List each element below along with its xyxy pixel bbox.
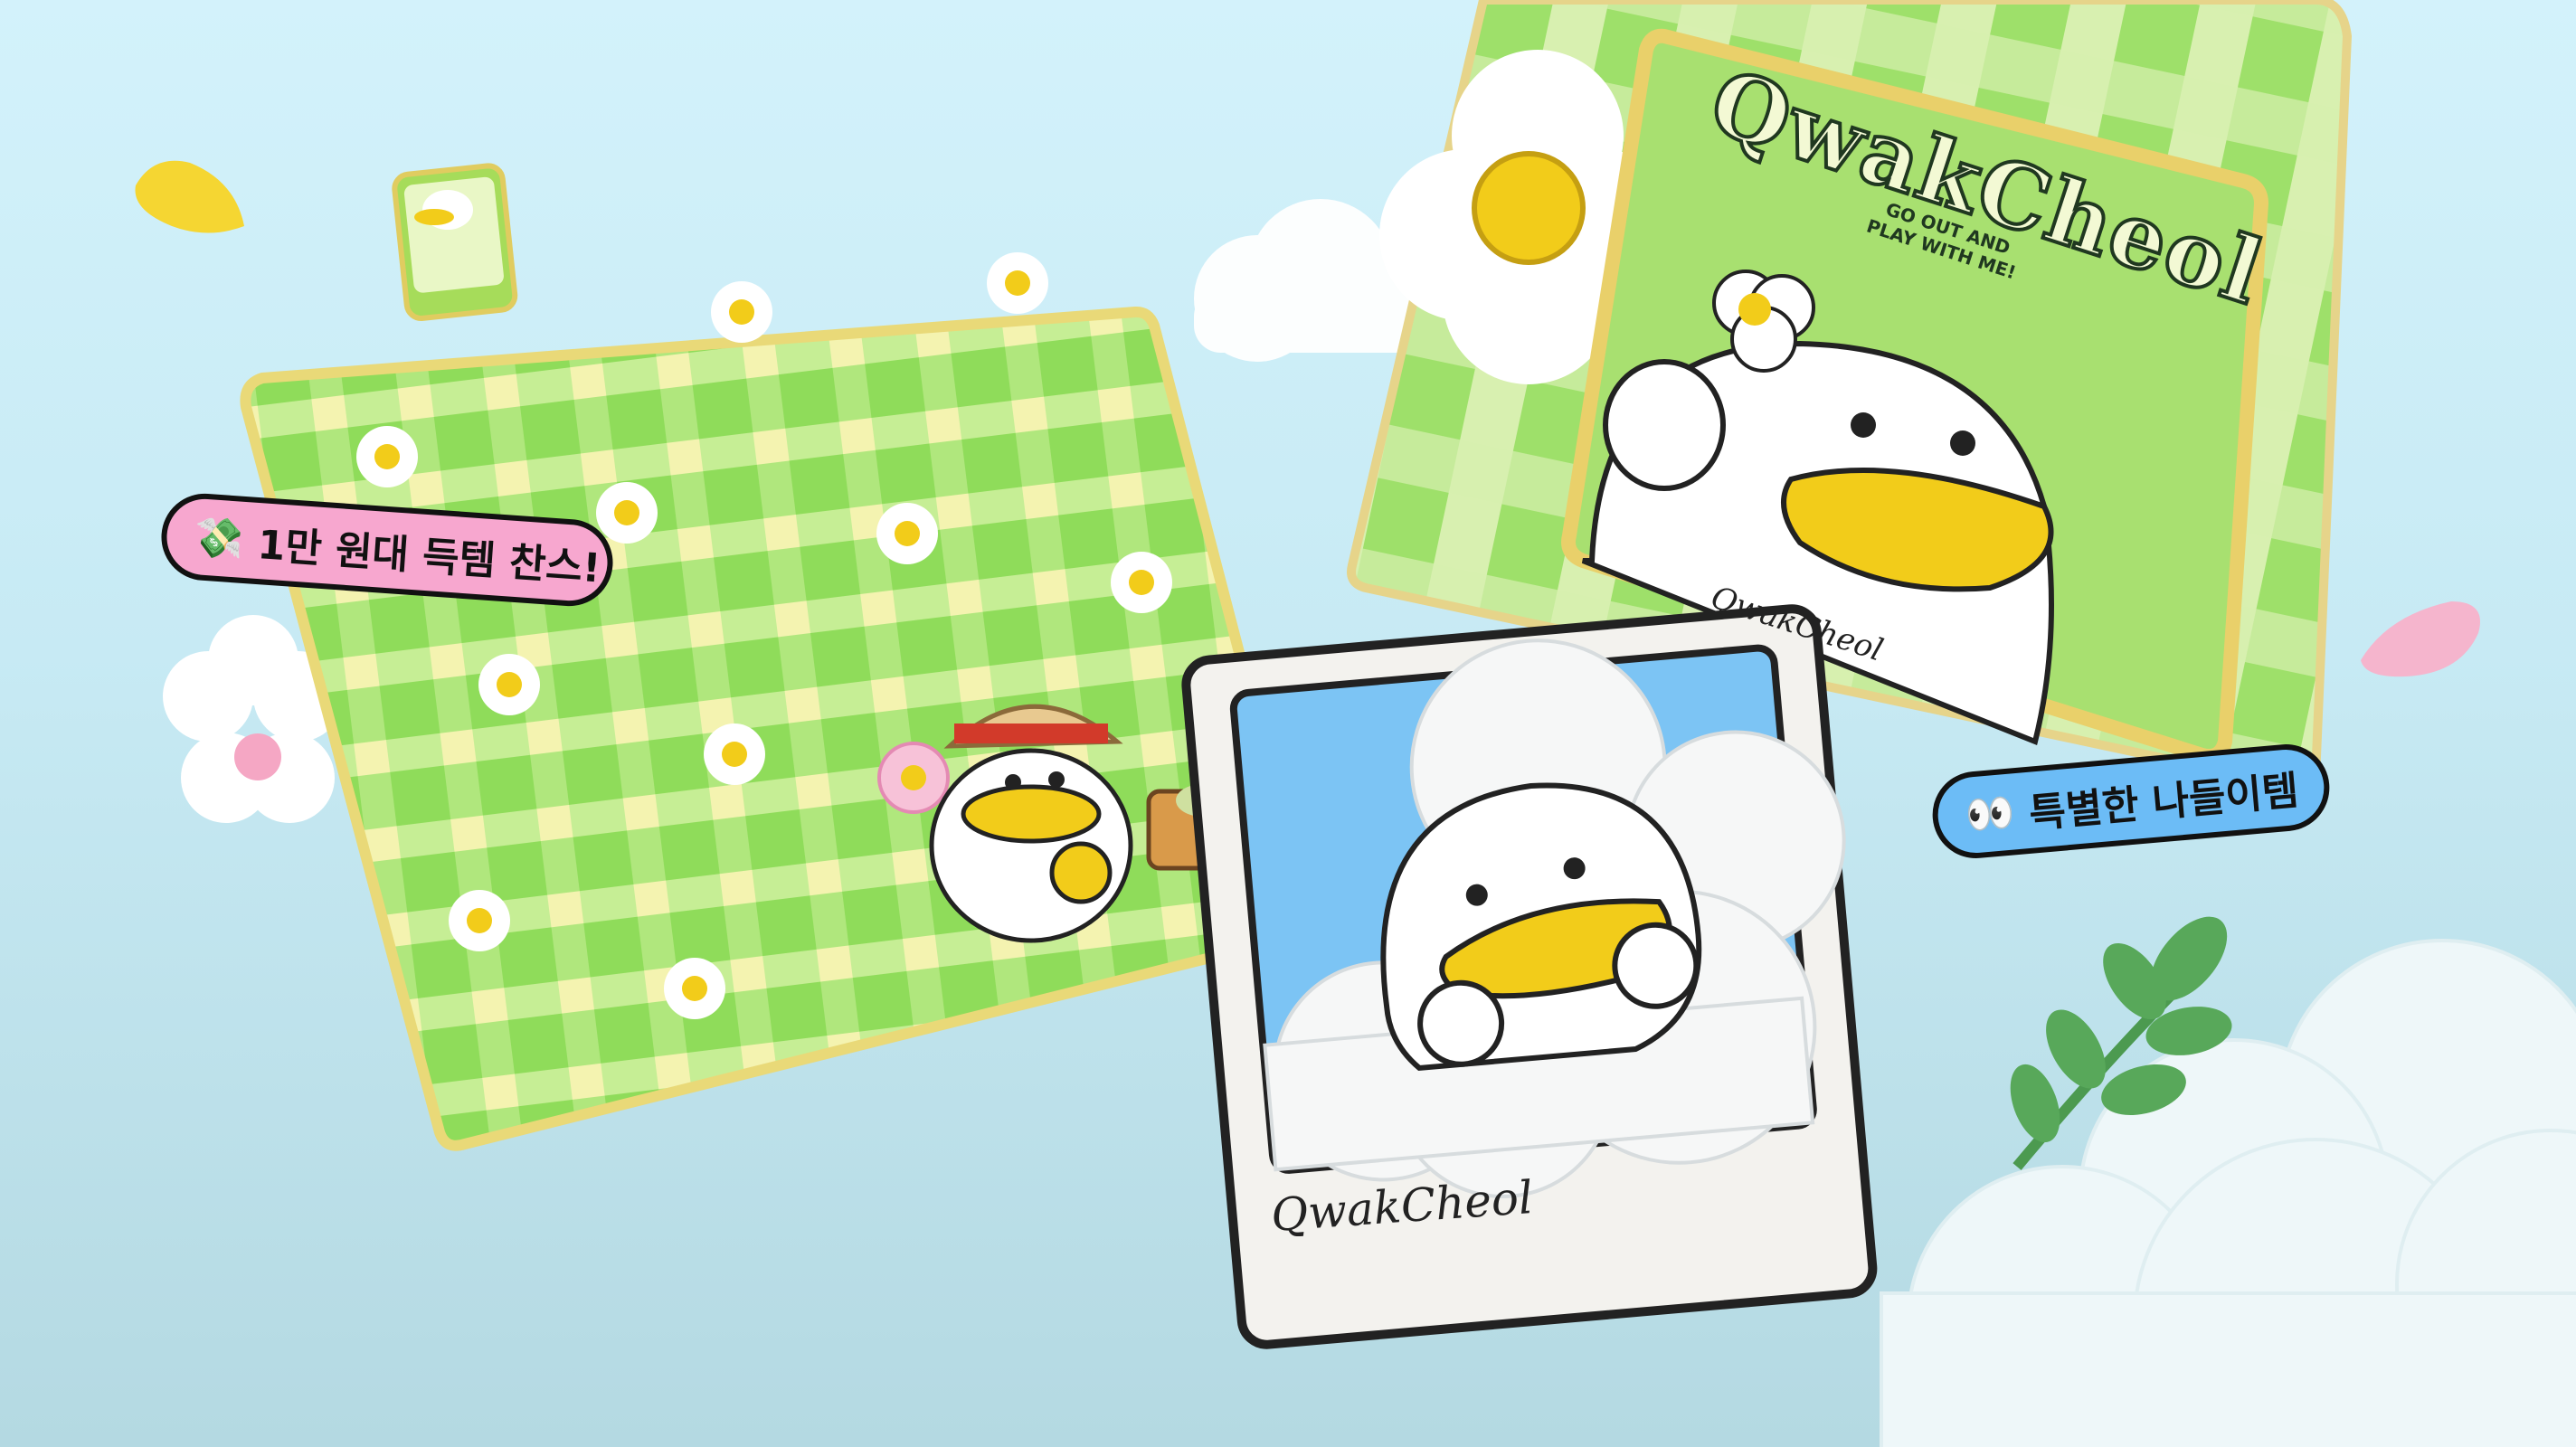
deal-badge-text: 1만 원대 득템 찬스! (256, 522, 602, 592)
money-emoji-icon: 💸 (192, 514, 245, 563)
special-badge-text: 특별한 나들이템 (2027, 767, 2301, 837)
eyes-emoji-icon: 👀 (1963, 789, 2017, 839)
